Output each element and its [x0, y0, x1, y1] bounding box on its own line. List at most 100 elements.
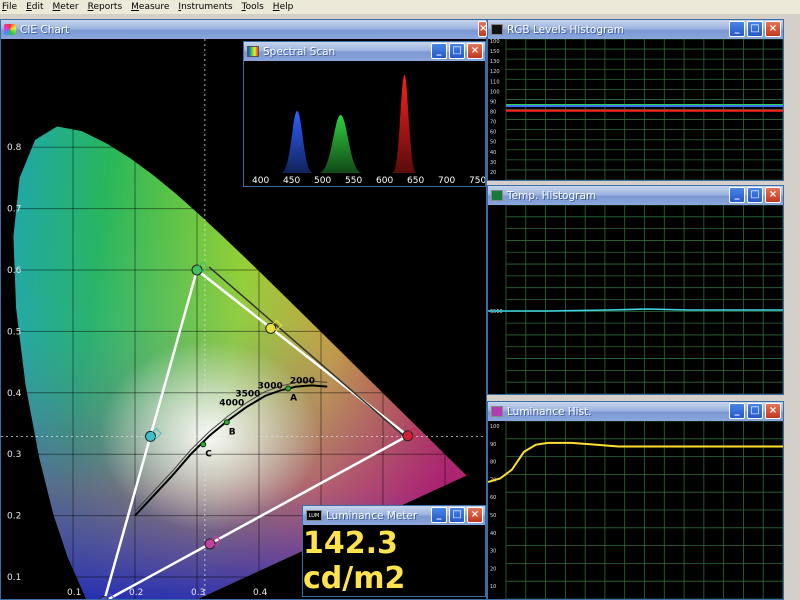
spectral-tick: 450 [283, 176, 300, 186]
y-tick-label: 0.8 [7, 143, 22, 153]
menu-help[interactable]: Help [273, 2, 294, 12]
rgb-y-label: 110 [490, 79, 500, 85]
rgb-histogram-icon [491, 24, 503, 35]
temp-y-label: 6500 [490, 309, 503, 315]
lum-y-label: 10 [490, 584, 496, 590]
luminance-histogram-plot: 100908070605040302010 [488, 421, 783, 599]
close-button[interactable]: × [765, 187, 781, 203]
luminance-meter-window[interactable]: LUM Luminance Meter _ □ × 142.3 cd/m2 [302, 505, 486, 597]
rgb-y-label: 100 [490, 89, 500, 95]
menu-tools[interactable]: Tools [242, 2, 264, 12]
luminance-histogram-window[interactable]: Luminance Hist. _ □ × 100 90 80 70 60 50 40 30 2… [487, 401, 784, 600]
rgb-y-label: 100 [490, 39, 500, 45]
spectral-tick: 500 [314, 176, 331, 186]
rgb-y-label: 70 [490, 120, 496, 126]
lum-y-label: 50 [490, 513, 496, 519]
y-tick-label: 0.4 [7, 389, 22, 399]
cie-app-icon [4, 24, 16, 35]
lummeter-window-title: Luminance Meter [326, 509, 418, 522]
menu-instruments[interactable]: Instruments [178, 2, 232, 12]
lummeter-titlebar[interactable]: LUM Luminance Meter _ □ × [303, 506, 485, 525]
minimize-button[interactable]: _ [431, 507, 447, 523]
illuminant-marker [200, 441, 207, 448]
temp-plot-area: 6500 [488, 205, 783, 394]
close-button[interactable]: × [467, 43, 483, 59]
cie-titlebar[interactable]: CIE Chart [1, 20, 486, 39]
illuminant-label: B [229, 427, 236, 437]
x-tick-label: 0.1 [67, 588, 81, 598]
spectral-scan-window[interactable]: Spectral Scan _ □ × 400 450 500 550 600 650 70… [243, 41, 486, 187]
menu-measure[interactable]: Measure [131, 2, 169, 12]
menu-meter[interactable]: Meter [53, 2, 79, 12]
spectral-tick: 700 [438, 176, 455, 186]
lum-y-label: 90 [490, 442, 496, 448]
menu-reports[interactable]: Reports [88, 2, 123, 12]
illuminant-marker [285, 385, 292, 392]
temp-histogram-icon [491, 190, 503, 201]
illuminant-label: C [205, 449, 212, 459]
lummeter-display: 142.3 cd/m2 [303, 525, 485, 596]
spectral-tick: 600 [376, 176, 393, 186]
x-tick-label: 0.2 [129, 588, 143, 598]
lum-y-label: 20 [490, 566, 496, 572]
lum-meter-icon: LUM [306, 510, 322, 521]
maximize-button[interactable]: □ [747, 403, 763, 419]
rgb-y-label: 120 [490, 69, 500, 75]
rgb-titlebar[interactable]: RGB Levels Histogram _ □ × [488, 20, 783, 39]
close-button[interactable]: × [467, 507, 483, 523]
temp-histogram-window[interactable]: Temp. Histogram _ □ × 6500 [487, 185, 784, 395]
lumhist-window-title: Luminance Hist. [507, 405, 592, 418]
x-tick-label: 0.4 [253, 588, 268, 598]
spectral-plot: 400 450 500 550 600 650 700 750 [244, 61, 485, 186]
lumhist-plot-area: 100 90 80 70 60 50 40 30 20 10 [488, 421, 783, 599]
spectral-window-title: Spectral Scan [263, 45, 336, 58]
lumhist-titlebar[interactable]: Luminance Hist. _ □ × [488, 402, 783, 421]
temp-window-title: Temp. Histogram [507, 189, 597, 202]
rgb-histogram-window[interactable]: RGB Levels Histogram _ □ × 100 150 130 120 1… [487, 19, 784, 181]
cie-window-title: CIE Chart [20, 23, 70, 36]
luminance-histogram-icon [491, 406, 503, 417]
minimize-button[interactable]: _ [729, 21, 745, 37]
spectral-tick: 400 [252, 176, 269, 186]
close-button[interactable]: × [765, 403, 781, 419]
lum-y-label: 80 [490, 460, 496, 466]
x-tick-label: 0.3 [191, 588, 205, 598]
y-tick-label: 0.6 [7, 266, 22, 276]
spectral-titlebar[interactable]: Spectral Scan _ □ × [244, 42, 485, 61]
spectral-plot-area: 400 450 500 550 600 650 700 750 [244, 61, 485, 186]
rgb-y-label: 50 [490, 140, 496, 146]
spectral-tick: 550 [345, 176, 362, 186]
rgb-y-label: 90 [490, 99, 496, 105]
menu-edit[interactable]: Edit [26, 2, 43, 12]
temp-titlebar[interactable]: Temp. Histogram _ □ × [488, 186, 783, 205]
maximize-button[interactable]: □ [747, 187, 763, 203]
rgb-y-label: 150 [490, 49, 500, 55]
cct-label: 3500 [235, 389, 260, 399]
cie-close-button[interactable]: × [478, 21, 487, 37]
rgb-y-label: 30 [490, 160, 496, 166]
rgb-y-label: 60 [490, 130, 496, 136]
y-tick-label: 0.1 [7, 573, 21, 583]
cct-label: 4000 [219, 399, 244, 409]
cct-label: 3000 [258, 382, 283, 392]
minimize-button[interactable]: _ [431, 43, 447, 59]
rgb-y-label: 20 [490, 170, 496, 176]
lum-y-label: 60 [490, 495, 496, 501]
rgb-y-label: 40 [490, 150, 496, 156]
maximize-button[interactable]: □ [449, 43, 465, 59]
rgb-histogram-plot: 100150130120110100908070605040302010 [488, 39, 783, 180]
maximize-button[interactable]: □ [449, 507, 465, 523]
minimize-button[interactable]: _ [729, 403, 745, 419]
spectral-tick: 750 [469, 176, 485, 186]
menu-file[interactable]: File [2, 2, 17, 12]
close-button[interactable]: × [765, 21, 781, 37]
maximize-button[interactable]: □ [747, 21, 763, 37]
spectral-tick: 650 [407, 176, 424, 186]
lum-y-label: 40 [490, 531, 496, 537]
minimize-button[interactable]: _ [729, 187, 745, 203]
illuminant-marker [223, 419, 230, 426]
y-tick-label: 0.5 [7, 327, 21, 337]
temp-histogram-plot: 6500 [488, 205, 783, 394]
cct-label: 2000 [290, 377, 315, 387]
rgb-y-label: 80 [490, 110, 496, 116]
